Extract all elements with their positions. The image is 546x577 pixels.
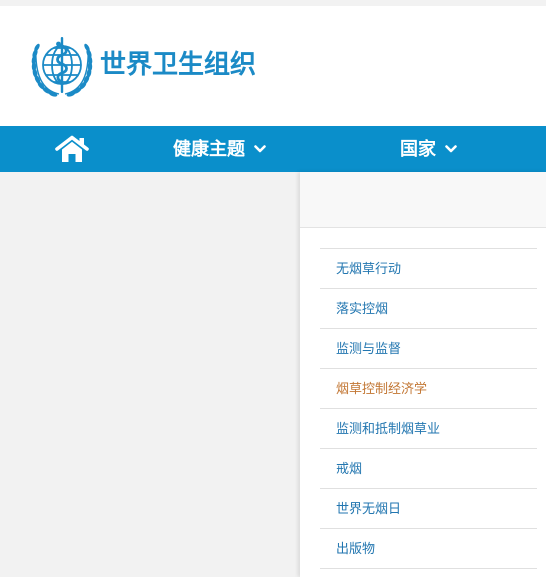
- left-panel: [0, 172, 300, 577]
- main-nav: 健康主题 国家: [0, 126, 546, 172]
- list-item: 戒烟: [320, 448, 537, 488]
- list-item: 烟草控制经济学: [320, 368, 537, 408]
- submenu-item-publications[interactable]: 出版物: [320, 529, 537, 568]
- site-title: 世界卫生组织: [100, 49, 257, 79]
- list-item: 无烟草行动: [320, 248, 537, 288]
- list-item: 出版物: [320, 528, 537, 568]
- home-button[interactable]: [55, 135, 89, 163]
- submenu-item-monitoring-surveillance[interactable]: 监测与监督: [320, 329, 537, 368]
- submenu-item-world-no-tobacco-day[interactable]: 世界无烟日: [320, 489, 537, 528]
- list-item: 监测与监督: [320, 328, 537, 368]
- nav-item-countries[interactable]: 国家: [400, 126, 457, 172]
- submenu-item-quit-tobacco[interactable]: 戒烟: [320, 449, 537, 488]
- submenu-item-tobacco-free-initiative[interactable]: 无烟草行动: [320, 249, 537, 288]
- submenu-item-tobacco-control-implementation[interactable]: 落实控烟: [320, 289, 537, 328]
- submenu-list: 无烟草行动 落实控烟 监测与监督 烟草控制经济学 监测和抵制烟草业 戒烟 世界无…: [320, 248, 537, 569]
- home-icon: [55, 135, 89, 162]
- nav-item-label: 健康主题: [173, 139, 245, 159]
- submenu-panel: 无烟草行动 落实控烟 监测与监督 烟草控制经济学 监测和抵制烟草业 戒烟 世界无…: [300, 172, 546, 577]
- submenu-item-counter-tobacco-industry[interactable]: 监测和抵制烟草业: [320, 409, 537, 448]
- submenu-header: [300, 172, 546, 228]
- who-emblem-icon: [31, 37, 93, 97]
- list-item: 监测和抵制烟草业: [320, 408, 537, 448]
- nav-item-health-topics[interactable]: 健康主题: [173, 126, 266, 172]
- page: 世界卫生组织 健康主题 国家 无烟草行动 落实控烟 监测与监督 烟草控制经济学 …: [0, 0, 546, 577]
- submenu-item-tobacco-control-economics[interactable]: 烟草控制经济学: [320, 369, 537, 408]
- site-header: 世界卫生组织: [0, 6, 546, 126]
- who-logo-link[interactable]: 世界卫生组织: [26, 35, 266, 99]
- list-item: 世界无烟日: [320, 488, 537, 528]
- list-item: 落实控烟: [320, 288, 537, 328]
- chevron-down-icon: [445, 145, 457, 153]
- chevron-down-icon: [254, 145, 266, 153]
- nav-item-label: 国家: [400, 139, 436, 159]
